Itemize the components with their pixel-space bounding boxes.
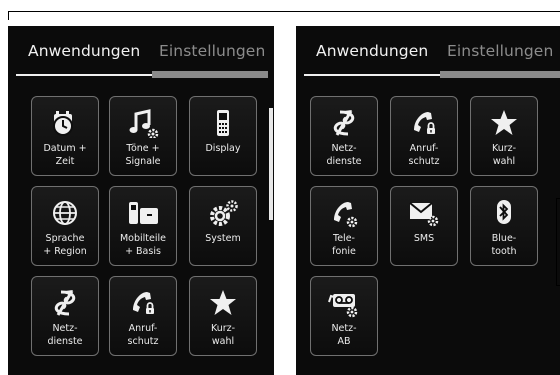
scrollbar-thumb[interactable]: [269, 108, 273, 220]
tile-label: Display: [190, 142, 256, 155]
tab-indicator-active: [16, 74, 152, 76]
tile-label: Netz- AB: [311, 322, 377, 348]
tile-label-line: Mobilteile: [119, 233, 166, 244]
tile-label-line: tooth: [491, 246, 517, 257]
handset-display-icon: [217, 110, 229, 136]
tile-label-line: wahl: [211, 336, 235, 347]
network-services-icon: [333, 110, 355, 136]
tile-label-line: + Basis: [125, 246, 161, 257]
tile-label: Kurz-wahl: [471, 142, 537, 168]
tile-telefonie[interactable]: Tele-fonie: [310, 186, 378, 266]
tile-label: Anruf-schutz: [391, 142, 457, 168]
tile-label: Netz-dienste: [32, 322, 98, 348]
tile-label: Töne + Signale: [110, 142, 176, 168]
tile-anrufschutz[interactable]: Anruf-schutz: [390, 96, 458, 176]
tab-indicator-active: [304, 74, 440, 76]
tile-label-line: System: [205, 233, 241, 244]
music-note-settings-icon: [129, 109, 159, 138]
tile-label-line: Anruf-: [128, 323, 158, 334]
tab-anwendungen[interactable]: Anwendungen: [28, 42, 140, 60]
tile-label-line: Anruf-: [409, 143, 439, 154]
tile-label: Blue-tooth: [471, 232, 537, 258]
tile-label-line: wahl: [492, 156, 516, 167]
tile-label-line: AB: [337, 336, 351, 347]
tab-indicator-inactive: [152, 71, 268, 78]
network-services-icon: [54, 290, 76, 316]
tile-label-line: Signale: [125, 156, 161, 167]
tile-label-line: + Region: [43, 246, 87, 257]
screen-left: Anwendungen Einstellungen Datum + Zeit Tö…: [8, 26, 274, 375]
tile-label: Mobilteile + Basis: [110, 232, 176, 258]
star-icon: [210, 290, 236, 315]
frame-top-line: [8, 11, 560, 12]
gears-icon: [210, 200, 238, 226]
tile-label-line: SMS: [413, 233, 435, 244]
star-icon: [491, 110, 517, 135]
tile-label-line: Display: [205, 143, 241, 154]
tile-label-line: Netz-: [331, 323, 357, 334]
tile-label: Datum + Zeit: [32, 142, 98, 168]
tile-datum-zeit[interactable]: Datum + Zeit: [31, 96, 99, 176]
tile-label: Sprache + Region: [32, 232, 98, 258]
tile-netzdienste[interactable]: Netz-dienste: [31, 276, 99, 356]
tile-label-line: Tele-: [333, 233, 355, 244]
phone-lock-icon: [414, 112, 435, 134]
tab-bar: Anwendungen Einstellungen: [8, 26, 274, 86]
tab-einstellungen[interactable]: Einstellungen: [447, 42, 553, 60]
tile-label-line: Blue-: [491, 233, 517, 244]
tab-indicator-inactive: [440, 71, 560, 78]
tab-einstellungen[interactable]: Einstellungen: [159, 42, 265, 60]
tile-bluetooth[interactable]: Blue-tooth: [470, 186, 538, 266]
tile-netz-ab[interactable]: Netz- AB: [310, 276, 378, 356]
tile-label-line: Sprache: [45, 233, 85, 244]
tab-bar: Anwendungen Einstellungen: [296, 26, 560, 86]
phone-lock-icon: [133, 292, 154, 314]
tile-label-line: Netz-: [52, 323, 78, 334]
tile-anrufschutz[interactable]: Anruf-schutz: [109, 276, 177, 356]
tile-label-line: fonie: [332, 246, 356, 257]
tile-label-line: Netz-: [331, 143, 357, 154]
bluetooth-icon: [497, 200, 511, 224]
handset-base-icon: [129, 202, 158, 224]
frame-right-bracket: [556, 198, 560, 286]
tile-toene-signale[interactable]: Töne + Signale: [109, 96, 177, 176]
tile-label: Tele-fonie: [311, 232, 377, 258]
screen-right: Anwendungen Einstellungen Netz-dienste A…: [296, 26, 560, 375]
envelope-settings-icon: [409, 202, 439, 227]
tile-label: Netz-dienste: [311, 142, 377, 168]
tile-sprache-region[interactable]: Sprache + Region: [31, 186, 99, 266]
frame-left-tick: [8, 11, 9, 20]
tile-label-line: schutz: [127, 336, 159, 347]
tile-label-line: Datum +: [43, 143, 87, 154]
tile-system[interactable]: System: [189, 186, 257, 266]
tile-label-line: Kurz-: [210, 323, 236, 334]
tile-label-line: Kurz-: [491, 143, 517, 154]
tile-label-line: Zeit: [55, 156, 75, 167]
tile-display[interactable]: Display: [189, 96, 257, 176]
tile-label: System: [190, 232, 256, 245]
tile-sms[interactable]: SMS: [390, 186, 458, 266]
tile-label: Anruf-schutz: [110, 322, 176, 348]
voicemail-settings-icon: [328, 294, 358, 318]
tile-label-line: dienste: [47, 336, 83, 347]
tile-netzdienste[interactable]: Netz-dienste: [310, 96, 378, 176]
tile-kurzwahl[interactable]: Kurz-wahl: [470, 96, 538, 176]
calendar-clock-icon: [53, 111, 73, 136]
tile-kurzwahl[interactable]: Kurz-wahl: [189, 276, 257, 356]
tile-mobilteile-basis[interactable]: Mobilteile + Basis: [109, 186, 177, 266]
globe-icon: [53, 201, 77, 225]
phone-settings-icon: [334, 202, 358, 228]
tile-label-line: schutz: [408, 156, 440, 167]
tile-label: Kurz-wahl: [190, 322, 256, 348]
tile-label: SMS: [391, 232, 457, 245]
tile-label-line: dienste: [326, 156, 362, 167]
tile-label-line: Töne +: [126, 143, 160, 154]
tab-anwendungen[interactable]: Anwendungen: [316, 42, 428, 60]
